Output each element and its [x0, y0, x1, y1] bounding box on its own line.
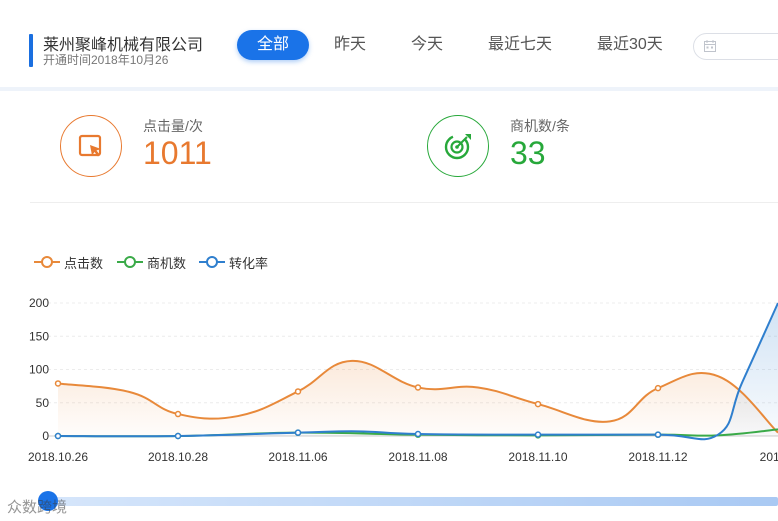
data-point-clicks	[414, 384, 422, 391]
x-tick-label: 2018.11.06	[268, 450, 327, 464]
legend-conversion-marker	[199, 255, 225, 269]
data-point-conversion	[174, 432, 182, 440]
series-area-clicks	[58, 360, 778, 436]
x-tick-label: 2018.11.10	[508, 450, 567, 464]
chart-zoom-slider[interactable]	[40, 497, 778, 506]
click-cursor-icon	[78, 134, 102, 157]
data-point-conversion	[294, 429, 302, 436]
x-tick-label: 2018.10.28	[148, 450, 208, 464]
open-date-text: 开通时间2018年10月26	[43, 53, 169, 67]
stats-divider	[30, 202, 778, 203]
legend-leads-label: 商机数	[147, 255, 187, 271]
tab-last-30-days[interactable]: 最近30天	[597, 30, 663, 60]
y-tick-label: 150	[29, 329, 49, 343]
x-tick-label: 2018.1	[760, 450, 778, 464]
tab-last-7-days[interactable]: 最近七天	[488, 30, 552, 60]
data-point-clicks	[654, 384, 662, 392]
x-axis-ticks: 2018.10.26 2018.10.28 2018.11.06 2018.11.08…	[28, 450, 778, 464]
legend-item-conversion[interactable]: 转化率	[199, 254, 269, 271]
leads-stat-label: 商机数/条	[510, 118, 570, 134]
legend-conversion-label: 转化率	[229, 255, 269, 271]
data-point-clicks	[174, 410, 182, 418]
company-accent-bar	[29, 34, 33, 67]
header-divider	[0, 87, 778, 91]
data-point-conversion	[534, 431, 542, 438]
y-tick-label: 100	[29, 363, 49, 377]
leads-stat-icon-circle	[427, 115, 489, 177]
legend-clicks-marker	[34, 255, 60, 269]
clicks-stat-label: 点击量/次	[143, 118, 203, 134]
tab-all[interactable]: 全部	[237, 30, 310, 60]
data-point-clicks	[534, 400, 542, 408]
data-point-conversion	[414, 430, 422, 438]
legend-clicks-label: 点击数	[64, 255, 104, 271]
clicks-stat-value: 1011	[143, 135, 212, 171]
date-range-input[interactable]	[693, 33, 778, 60]
target-icon	[444, 134, 471, 160]
y-tick-label: 50	[36, 396, 50, 410]
chart-areas	[58, 303, 778, 440]
calendar-icon	[704, 40, 716, 52]
watermark-text: 众数跨境	[7, 499, 68, 516]
data-point-clicks	[54, 380, 62, 387]
legend-leads-marker	[117, 255, 143, 269]
data-point-conversion	[654, 431, 662, 438]
header-bar: 莱州聚峰机械有限公司 开通时间2018年10月26 全部 昨天 今天 最近七天 …	[0, 0, 778, 88]
y-tick-label: 200	[29, 296, 49, 310]
legend-item-clicks[interactable]: 点击数	[34, 254, 104, 271]
x-tick-label: 2018.11.12	[628, 450, 687, 464]
data-point-clicks	[294, 388, 302, 395]
x-tick-label: 2018.11.08	[388, 450, 447, 464]
legend-item-leads[interactable]: 商机数	[117, 254, 187, 271]
tab-today[interactable]: 今天	[411, 30, 443, 60]
tab-yesterday[interactable]: 昨天	[334, 30, 366, 60]
y-tick-label: 0	[42, 429, 49, 443]
x-tick-label: 2018.10.26	[28, 450, 88, 464]
leads-stat-value: 33	[510, 135, 546, 171]
y-axis-ticks: 0 50 100 150 200	[29, 296, 49, 443]
trend-line-chart: 0 50 100 150 200 2018.10.26 2018.10.28 2018.11…	[28, 296, 778, 464]
clicks-stat-icon-circle	[60, 115, 122, 177]
data-point-conversion	[54, 432, 62, 440]
